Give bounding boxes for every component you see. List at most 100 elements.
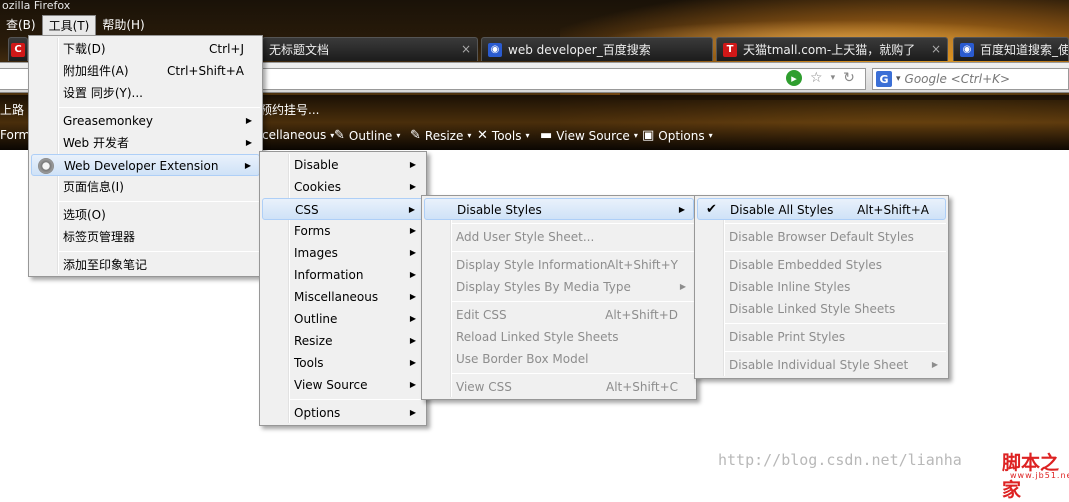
bookmark-item[interactable]: 预约挂号...	[260, 101, 319, 118]
wd-toolbar-miscellaneous[interactable]: cellaneous ▾	[262, 128, 334, 142]
wd-toolbar-tools[interactable]: ✕ Tools ▾	[477, 128, 529, 143]
css-menu-item-display-style-information[interactable]: Display Style Information Alt+Shift+Y	[424, 254, 694, 276]
menu-item-label: Tools	[294, 356, 324, 370]
search-engine-icon[interactable]: G	[876, 71, 892, 87]
close-icon[interactable]: ×	[931, 38, 941, 60]
css-menu-item-disable-styles[interactable]: Disable Styles ▶	[424, 198, 694, 220]
search-box[interactable]: G ▾ Google <Ctrl+K>	[872, 68, 1069, 90]
menu-item-web-developer-extension[interactable]: Web Developer Extension ▶	[31, 154, 260, 176]
bookmark-star-icon[interactable]: ☆	[810, 70, 823, 86]
css-menu: Disable Styles ▶ Add User Style Sheet... …	[421, 195, 697, 400]
menu-item-label: 页面信息(I)	[63, 180, 124, 194]
menu-item-label: 附加组件(A)	[63, 64, 129, 78]
disable-menu-item-individual[interactable]: Disable Individual Style Sheet ▶	[697, 354, 946, 376]
menu-item-label: Web Developer Extension	[64, 159, 219, 173]
baidu-paw-icon: ◉	[960, 42, 974, 57]
disable-menu-item-inline[interactable]: Disable Inline Styles	[697, 276, 946, 298]
wd-menu-item-disable[interactable]: Disable ▶	[262, 154, 424, 176]
engine-dropdown-icon[interactable]: ▾	[896, 74, 901, 84]
menu-item-page-info[interactable]: 页面信息(I)	[31, 176, 260, 198]
menu-separator	[725, 351, 946, 352]
close-icon[interactable]: ×	[461, 38, 471, 60]
menu-view[interactable]: 查(B)	[0, 15, 42, 35]
menu-separator	[725, 251, 946, 252]
search-placeholder: Google <Ctrl+K>	[904, 72, 1011, 86]
css-menu-item-reload-linked-style-sheets[interactable]: Reload Linked Style Sheets	[424, 326, 694, 348]
submenu-arrow-icon: ▶	[409, 408, 416, 417]
menu-item-shortcut: Alt+Shift+A	[857, 203, 929, 217]
pencil-icon: ✎	[410, 128, 421, 143]
wd-toolbar-view-source[interactable]: ▬ View Source ▾	[540, 128, 638, 143]
wd-menu-item-miscellaneous[interactable]: Miscellaneous ▶	[262, 286, 424, 308]
wd-menu-item-css[interactable]: CSS ▶	[262, 198, 424, 220]
disable-menu-item-embedded[interactable]: Disable Embedded Styles	[697, 254, 946, 276]
menu-separator	[59, 201, 260, 202]
menu-item-label: Greasemonkey	[63, 114, 153, 128]
menu-item-shortcut: Alt+Shift+C	[605, 380, 678, 394]
menu-item-shortcut: Ctrl+Shift+A	[167, 64, 244, 78]
menu-item-options[interactable]: 选项(O)	[31, 204, 260, 226]
menu-tools[interactable]: 工具(T)	[41, 14, 97, 36]
wd-menu-item-resize[interactable]: Resize ▶	[262, 330, 424, 352]
disable-menu-item-linked[interactable]: Disable Linked Style Sheets	[697, 298, 946, 320]
menu-separator	[59, 251, 260, 252]
menu-item-evernote[interactable]: 添加至印象笔记	[31, 254, 260, 276]
dropdown-arrow-icon[interactable]: ▾	[831, 70, 836, 86]
wd-menu-item-forms[interactable]: Forms ▶	[262, 220, 424, 242]
menu-help[interactable]: 帮助(H)	[96, 15, 150, 35]
menu-item-label: Miscellaneous	[294, 290, 379, 304]
menu-item-label: View Source	[294, 378, 368, 392]
disable-menu-item-print[interactable]: Disable Print Styles	[697, 326, 946, 348]
wd-menu-item-outline[interactable]: Outline ▶	[262, 308, 424, 330]
menu-item-downloads[interactable]: 下载(D) Ctrl+J	[31, 38, 260, 60]
css-menu-item-add-user-style-sheet[interactable]: Add User Style Sheet...	[424, 226, 694, 248]
menu-item-sync[interactable]: 设置 同步(Y)...	[31, 82, 260, 104]
web-developer-menu: Disable ▶ Cookies ▶ CSS ▶ Forms ▶ Images ▶ In…	[259, 151, 427, 426]
css-menu-item-view-css[interactable]: View CSS Alt+Shift+C	[424, 376, 694, 398]
css-menu-item-edit-css[interactable]: Edit CSS Alt+Shift+D	[424, 304, 694, 326]
submenu-arrow-icon: ▶	[409, 248, 416, 257]
menu-item-addons[interactable]: 附加组件(A) Ctrl+Shift+A	[31, 60, 260, 82]
go-icon[interactable]: ▸	[786, 70, 802, 86]
submenu-arrow-icon: ▶	[409, 270, 416, 279]
submenu-arrow-icon: ▶	[245, 138, 252, 147]
menu-item-label: Disable Browser Default Styles	[729, 230, 914, 244]
wd-menu-item-images[interactable]: Images ▶	[262, 242, 424, 264]
menu-item-label: Forms	[294, 224, 331, 238]
tab-untitled[interactable]: 无标题文档 ×	[262, 37, 478, 61]
baidu-paw-icon: ◉	[488, 42, 502, 57]
wd-menu-item-options[interactable]: Options ▶	[262, 402, 424, 424]
menu-item-label: Disable Linked Style Sheets	[729, 302, 896, 316]
wd-toolbar-resize[interactable]: ✎ Resize ▾	[410, 128, 471, 143]
wd-menu-item-tools[interactable]: Tools ▶	[262, 352, 424, 374]
menubar: 查(B) 工具(T) 帮助(H)	[0, 14, 151, 36]
menu-item-label: 添加至印象笔记	[63, 258, 148, 272]
submenu-arrow-icon: ▶	[244, 161, 251, 170]
reload-icon[interactable]: ↻	[843, 70, 855, 86]
wd-menu-item-view-source[interactable]: View Source ▶	[262, 374, 424, 396]
wd-menu-item-cookies[interactable]: Cookies ▶	[262, 176, 424, 198]
menu-item-label: Disable Styles	[457, 203, 542, 217]
menu-item-web-developer[interactable]: Web 开发者 ▶	[31, 132, 260, 154]
tab-baidu-search[interactable]: ◉ web developer_百度搜索	[481, 37, 713, 61]
tab-tmall[interactable]: T 天猫tmall.com-上天猫，就购了 ×	[716, 37, 948, 61]
submenu-arrow-icon: ▶	[245, 116, 252, 125]
wd-toolbar-outline[interactable]: ✎ Outline ▾	[334, 128, 400, 143]
tab-app[interactable]: C	[8, 37, 28, 61]
wd-toolbar-options[interactable]: ▣ Options ▾	[642, 128, 713, 143]
css-menu-item-use-border-box-model[interactable]: Use Border Box Model	[424, 348, 694, 370]
menu-item-greasemonkey[interactable]: Greasemonkey ▶	[31, 110, 260, 132]
menu-item-tab-manager[interactable]: 标签页管理器	[31, 226, 260, 248]
css-menu-item-display-styles-by-media-type[interactable]: Display Styles By Media Type ▶	[424, 276, 694, 298]
wd-toolbar-label: Tools	[491, 128, 522, 143]
bookmark-item[interactable]: 上路	[0, 101, 24, 118]
chevron-down-icon: ▾	[467, 131, 472, 140]
tab-label: 天猫tmall.com-上天猫，就购了	[743, 42, 916, 57]
tab-baidu-zhidao[interactable]: ◉ 百度知道搜索_使用	[953, 37, 1069, 61]
disable-menu-item-all-styles[interactable]: ✔ Disable All Styles Alt+Shift+A	[697, 198, 946, 220]
submenu-arrow-icon: ▶	[409, 380, 416, 389]
wd-toolbar-forms[interactable]: Form	[0, 128, 30, 142]
tools-menu: 下载(D) Ctrl+J 附加组件(A) Ctrl+Shift+A 设置 同步(Y)…	[28, 35, 263, 277]
wd-menu-item-information[interactable]: Information ▶	[262, 264, 424, 286]
disable-menu-item-browser-default[interactable]: Disable Browser Default Styles	[697, 226, 946, 248]
